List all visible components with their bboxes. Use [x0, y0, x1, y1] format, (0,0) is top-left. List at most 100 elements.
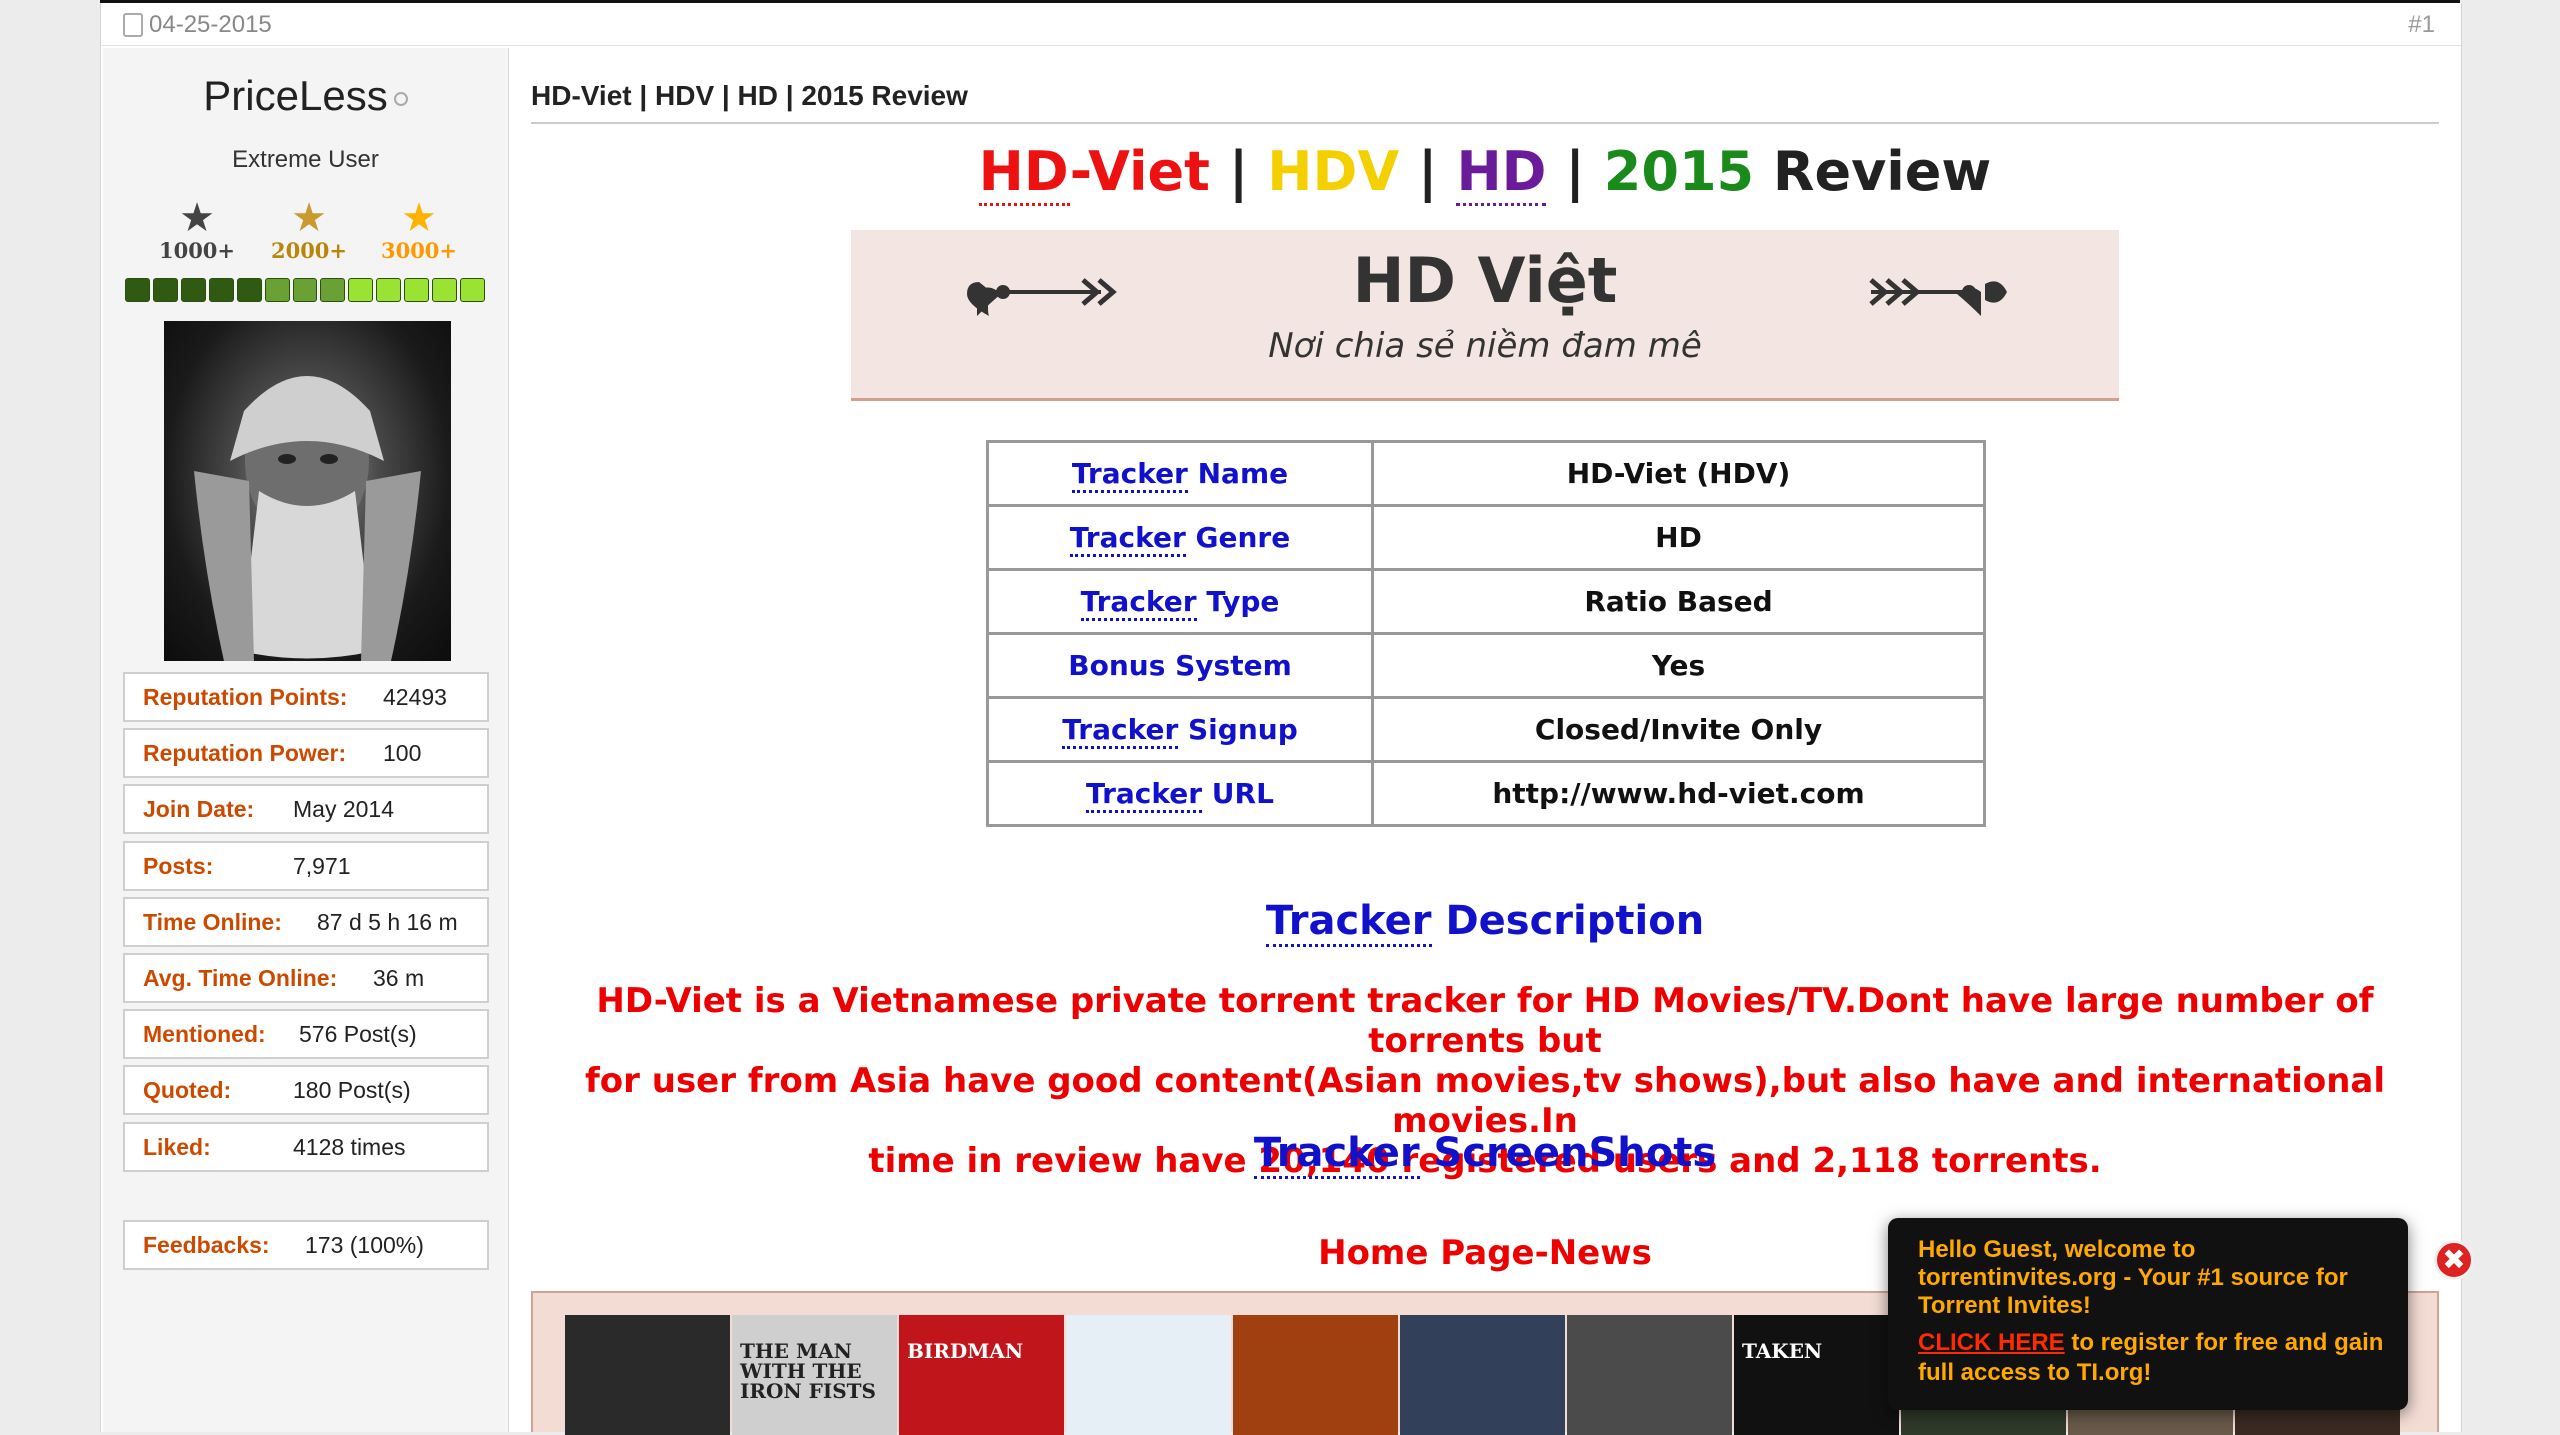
- notice-register-text: CLICK HERE to register for free and gain…: [1918, 1328, 2398, 1388]
- hd-viet-banner: HD Việt Nơi chia sẻ niềm đam mê: [851, 230, 2119, 401]
- rank-badge: ★ 3000+: [369, 198, 469, 263]
- description-line: for user from Asia have good content(Asi…: [584, 1061, 2385, 1141]
- title-hd2-link[interactable]: HD: [1456, 140, 1547, 206]
- movie-poster: THE MAN WITH THE IRON FISTS: [732, 1315, 897, 1435]
- user-stat: Posts: 7,971: [123, 840, 489, 891]
- stat-value: 576 Post(s): [299, 1021, 417, 1048]
- notice-welcome-text: Hello Guest, welcome to torrentinvites.o…: [1918, 1236, 2348, 1319]
- reputation-bar-segment: [460, 278, 485, 302]
- description-heading: Tracker Description: [531, 898, 2439, 947]
- poster-title: BIRDMAN: [907, 1339, 1024, 1363]
- close-icon[interactable]: ✖: [2434, 1240, 2474, 1280]
- poster-title: THE MAN WITH THE IRON FISTS: [740, 1339, 876, 1403]
- rank-badge: ★ 2000+: [259, 198, 359, 263]
- heading-text: ScreenShots: [1419, 1130, 1717, 1176]
- table-value-cell: Closed/Invite Only: [1371, 696, 1986, 763]
- click-here-link[interactable]: CLICK HERE: [1918, 1329, 2065, 1356]
- reputation-bar-segment: [404, 278, 430, 302]
- stat-key: Feedbacks:: [143, 1232, 270, 1258]
- reputation-bar-segment: [236, 278, 262, 302]
- stat-value: May 2014: [293, 796, 395, 823]
- table-key-cell: Bonus System: [986, 632, 1374, 699]
- tracker-link[interactable]: Tracker: [1265, 898, 1432, 947]
- table-value-cell: HD-Viet (HDV): [1371, 440, 1986, 507]
- table-key-text: Bonus System: [1068, 649, 1292, 682]
- user-stat: Join Date: May 2014: [123, 784, 489, 835]
- table-key-text: Genre: [1185, 521, 1291, 554]
- heading-text: Description: [1431, 898, 1705, 944]
- stat-value: 87 d 5 h 16 m: [317, 908, 458, 935]
- user-info-panel: PriceLess Extreme User ★ 1000+ ★ 2000+ ★ 3000…: [103, 48, 509, 1432]
- banner-title: HD Việt: [1352, 244, 1618, 317]
- rank-label: 2000+: [270, 238, 348, 263]
- title-sep: |: [1209, 140, 1268, 203]
- avatar[interactable]: [164, 321, 451, 661]
- table-key-cell: Tracker Signup: [986, 696, 1374, 763]
- movie-poster: [565, 1315, 730, 1435]
- user-stat: Avg. Time Online: 36 m: [123, 953, 489, 1003]
- post-date: 04-25-2015: [123, 11, 272, 39]
- description-line: HD-Viet is a Vietnamese private torrent …: [596, 981, 2374, 1061]
- table-key-text: URL: [1202, 777, 1274, 810]
- star-icon: ★: [291, 196, 327, 240]
- stat-key: Quoted:: [143, 1077, 232, 1104]
- reputation-bar-segment: [292, 278, 318, 302]
- stat-value: 7,971: [293, 852, 351, 879]
- reputation-bar-segment: [376, 278, 402, 302]
- table-value-cell: HD: [1371, 504, 1986, 571]
- user-stat: Time Online: 87 d 5 h 16 m: [123, 896, 489, 947]
- tracker-table-row: Tracker URL http://www.hd-viet.com: [986, 760, 1986, 827]
- movie-poster: [1567, 1315, 1732, 1435]
- rank-label: 1000+: [158, 238, 236, 263]
- tracker-table-row: Tracker Type Ratio Based: [986, 568, 1986, 635]
- stat-key: Posts:: [143, 852, 214, 879]
- reputation-bar-segment: [125, 278, 150, 302]
- rank-badges: ★ 1000+ ★ 2000+ ★ 3000+: [139, 196, 479, 263]
- username: PriceLess: [103, 72, 508, 120]
- tracker-link[interactable]: Tracker: [1253, 1130, 1420, 1179]
- username-link[interactable]: PriceLess: [203, 72, 387, 119]
- feedbacks-stat: Feedbacks: 173 (100%): [123, 1220, 489, 1270]
- stat-value: 100: [383, 740, 422, 767]
- movie-poster: [1400, 1315, 1565, 1435]
- star-icon: ★: [401, 196, 437, 240]
- table-value-cell: Yes: [1371, 632, 1986, 699]
- table-key-text: Type: [1196, 585, 1280, 618]
- stat-key: Reputation Points:: [143, 684, 348, 710]
- tracker-link[interactable]: Tracker: [1080, 585, 1197, 621]
- calendar-icon: [123, 13, 143, 37]
- stat-key: Mentioned:: [143, 1021, 266, 1048]
- tracker-info-table: Tracker Name HD-Viet (HDV) Tracker Genre HD…: [986, 440, 1986, 827]
- tracker-table-row: Tracker Name HD-Viet (HDV): [986, 440, 1986, 507]
- reputation-bar-segment: [320, 278, 346, 302]
- star-icon: ★: [179, 196, 215, 240]
- guest-welcome-notice: Hello Guest, welcome to torrentinvites.o…: [1888, 1218, 2408, 1410]
- reputation-bar-segment: [180, 278, 206, 302]
- tracker-link[interactable]: Tracker: [1062, 713, 1179, 749]
- user-stat: Liked: 4128 times: [123, 1121, 489, 1172]
- reputation-bar-segment: [264, 278, 290, 302]
- stat-value: 4128 times: [293, 1133, 406, 1160]
- title-hd-link[interactable]: HD: [978, 140, 1070, 206]
- tracker-link[interactable]: Tracker: [1086, 777, 1203, 813]
- movie-poster: TAKEN: [1734, 1315, 1899, 1435]
- user-stat: Mentioned: 576 Post(s): [123, 1009, 489, 1060]
- stat-value: 173 (100%): [305, 1232, 424, 1258]
- tracker-link[interactable]: Tracker: [1069, 521, 1186, 557]
- tracker-link[interactable]: Tracker: [1071, 457, 1188, 493]
- poster-title: TAKEN: [1742, 1339, 1823, 1363]
- reputation-bar: [125, 278, 485, 304]
- movie-poster: [1233, 1315, 1398, 1435]
- tracker-table-row: Tracker Genre HD: [986, 504, 1986, 571]
- review-title: HD-Viet | HDV | HD | 2015 Review: [531, 140, 2439, 206]
- tracker-table-row: Bonus System Yes: [986, 632, 1986, 699]
- screenshots-heading: Tracker ScreenShots: [531, 1130, 2439, 1179]
- post-number-link[interactable]: #1: [2408, 11, 2435, 39]
- user-stat: Reputation Power: 100: [123, 728, 489, 779]
- table-value-cell: http://www.hd-viet.com: [1371, 760, 1986, 827]
- table-key-text: Name: [1187, 457, 1289, 490]
- title-review: Review: [1754, 140, 1992, 203]
- stat-value: 42493: [383, 684, 447, 710]
- stat-value: 36 m: [373, 965, 425, 991]
- movie-poster: [1066, 1315, 1231, 1435]
